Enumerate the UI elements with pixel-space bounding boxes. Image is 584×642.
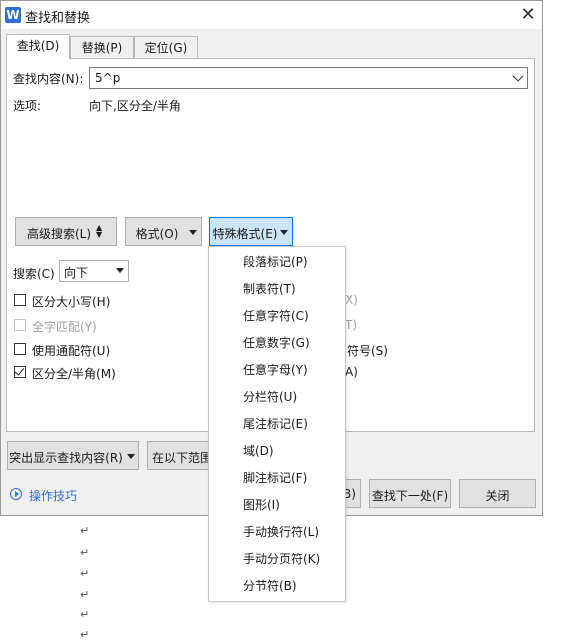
tips-link[interactable]: 操作技巧 xyxy=(29,487,77,504)
match-case-label: 区分大小写(H) xyxy=(32,295,111,309)
close-button[interactable]: 关闭 xyxy=(459,479,536,508)
special-format-button[interactable]: 特殊格式(E) xyxy=(209,217,293,246)
highlight-button[interactable]: 突出显示查找内容(R) xyxy=(7,441,139,470)
use-wildcards-checkbox[interactable] xyxy=(14,343,26,355)
chevron-down-icon[interactable] xyxy=(512,70,524,82)
tab-goto[interactable]: 定位(G) xyxy=(134,36,198,58)
find-what-combobox[interactable]: 5^p xyxy=(89,67,528,89)
match-width-checkbox[interactable] xyxy=(14,365,26,378)
find-next-label: 查找下一处(F) xyxy=(371,489,449,503)
menu-item-any-char[interactable]: 任意字符(C) xyxy=(209,303,345,330)
options-label: 选项: xyxy=(13,99,42,113)
dropdown-arrow-icon xyxy=(127,454,135,459)
doc-paragraph-mark: ↵ xyxy=(80,608,90,621)
menu-item-tab-char[interactable]: 制表符(T) xyxy=(209,276,345,303)
close-label: 关闭 xyxy=(485,489,510,503)
dropdown-arrow-icon xyxy=(280,230,288,235)
tab-replace[interactable]: 替换(P) xyxy=(70,36,134,58)
highlight-label: 突出显示查找内容(R) xyxy=(9,451,123,465)
find-what-value: 5^p xyxy=(95,71,121,85)
match-width-label: 区分全/半角(M) xyxy=(32,367,116,381)
right-option-fragment: X) xyxy=(345,293,358,307)
format-label: 格式(O) xyxy=(135,227,179,241)
menu-item-any-digit[interactable]: 任意数字(G) xyxy=(209,330,345,357)
whole-word-checkbox[interactable] xyxy=(14,319,26,331)
check-icon xyxy=(14,365,25,376)
dropdown-arrow-icon xyxy=(116,268,124,273)
find-next-button[interactable]: 查找下一处(F) xyxy=(369,479,451,508)
menu-item-manual-line-break[interactable]: 手动换行符(L) xyxy=(209,519,345,546)
use-wildcards-label: 使用通配符(U) xyxy=(32,344,111,358)
menu-item-endnote-mark[interactable]: 尾注标记(E) xyxy=(209,411,345,438)
search-direction-select[interactable]: 向下 xyxy=(59,260,129,282)
play-triangle xyxy=(15,491,19,497)
menu-item-paragraph-mark[interactable]: 段落标记(P) xyxy=(209,249,345,276)
dropdown-arrow-icon xyxy=(189,230,197,235)
special-format-menu: 段落标记(P) 制表符(T) 任意字符(C) 任意数字(G) 任意字母(Y) 分… xyxy=(208,246,346,602)
menu-item-footnote-mark[interactable]: 脚注标记(F) xyxy=(209,465,345,492)
title-bar[interactable]: W 查找和替换 ✕ xyxy=(1,1,542,29)
menu-item-section-break[interactable]: 分节符(B) xyxy=(209,573,345,600)
special-format-label: 特殊格式(E) xyxy=(212,227,278,241)
doc-paragraph-mark: ↵ xyxy=(80,588,90,601)
whole-word-label: 全字匹配(Y) xyxy=(32,320,97,334)
advanced-search-label: 高级搜索(L) xyxy=(26,227,92,241)
doc-paragraph-mark: ↵ xyxy=(80,524,90,537)
up-down-arrows-icon: ▲ ▼ xyxy=(96,223,103,239)
advanced-search-button[interactable]: 高级搜索(L) ▲ ▼ xyxy=(15,217,117,246)
menu-item-field[interactable]: 域(D) xyxy=(209,438,345,465)
close-icon[interactable]: ✕ xyxy=(515,3,541,27)
match-case-checkbox[interactable] xyxy=(14,294,26,306)
tab-find[interactable]: 查找(D) xyxy=(6,34,70,59)
options-value: 向下,区分全/半角 xyxy=(89,99,181,113)
doc-paragraph-mark: ↵ xyxy=(80,628,90,641)
right-option-fragment: A) xyxy=(345,365,358,379)
doc-paragraph-mark: ↵ xyxy=(80,567,90,580)
play-circle-icon[interactable] xyxy=(10,488,22,500)
menu-item-graphic[interactable]: 图形(I) xyxy=(209,492,345,519)
search-direction-value: 向下 xyxy=(64,266,89,280)
search-direction-label: 搜索(C) xyxy=(13,267,55,281)
right-option-fragment: 符号(S) xyxy=(347,344,388,358)
find-in-label: 在以下范围 xyxy=(152,451,213,465)
menu-item-manual-page-break[interactable]: 手动分页符(K) xyxy=(209,546,345,573)
wps-writer-icon: W xyxy=(5,7,21,23)
right-option-fragment: T) xyxy=(345,318,358,332)
menu-item-column-break[interactable]: 分栏符(U) xyxy=(209,384,345,411)
find-what-label: 查找内容(N): xyxy=(13,72,84,86)
doc-paragraph-mark: ↵ xyxy=(80,546,90,559)
window-title: 查找和替换 xyxy=(25,11,91,26)
format-button[interactable]: 格式(O) xyxy=(125,217,202,246)
menu-item-any-letter[interactable]: 任意字母(Y) xyxy=(209,357,345,384)
